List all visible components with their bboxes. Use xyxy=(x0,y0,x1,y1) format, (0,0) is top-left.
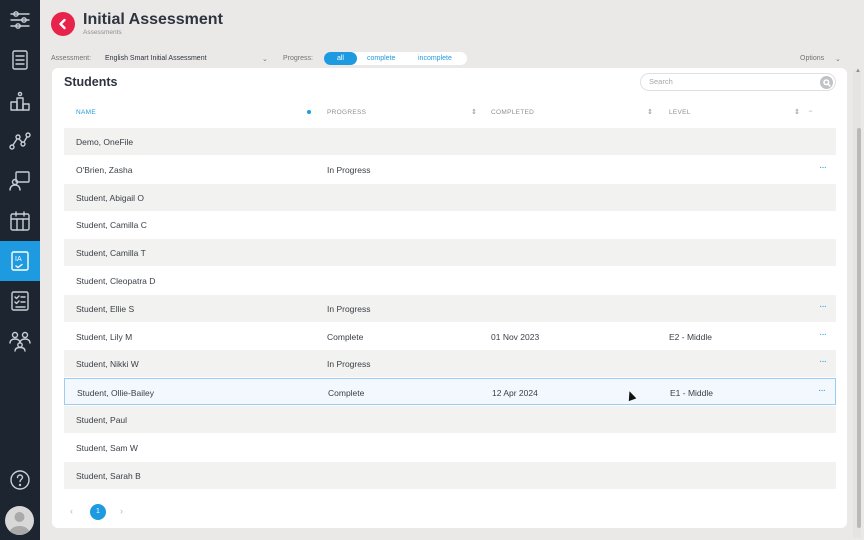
table-row[interactable]: Student, Ollie-Bailey Complete 12 Apr 2024… xyxy=(64,378,836,406)
row-more-icon[interactable]: ··· xyxy=(819,162,827,173)
breadcrumb[interactable]: Assessments xyxy=(83,29,122,36)
presenter-icon[interactable] xyxy=(0,161,40,201)
sort-icon[interactable]: ⇕ xyxy=(794,108,800,116)
avatar[interactable] xyxy=(5,506,34,535)
assessment-label: Assessment: xyxy=(51,55,92,62)
cell-name: Student, Ollie-Bailey xyxy=(77,388,155,399)
assessment-select[interactable]: English Smart Initial Assessment xyxy=(105,55,207,62)
cell-name: Student, Camilla T xyxy=(76,248,146,259)
back-button[interactable] xyxy=(51,12,75,36)
people-icon[interactable] xyxy=(0,321,40,361)
table-row[interactable]: Demo, OneFile xyxy=(64,128,836,155)
cell-progress: In Progress xyxy=(327,359,371,370)
cell-name: Student, Camilla C xyxy=(76,220,147,231)
podium-icon[interactable] xyxy=(0,81,40,121)
column-completed[interactable]: COMPLETED xyxy=(491,109,534,116)
scrollbar-thumb[interactable] xyxy=(857,128,861,528)
table-header: NAME PROGRESS ⇕ COMPLETED ⇕ LEVEL ⇕ ··· xyxy=(64,106,836,120)
calendar-icon[interactable] xyxy=(0,201,40,241)
cell-progress: Complete xyxy=(328,388,365,399)
search-input[interactable]: Search xyxy=(640,73,836,91)
chevron-right-icon[interactable]: › xyxy=(120,506,123,516)
column-options-icon[interactable]: ··· xyxy=(808,108,813,115)
chevron-down-icon[interactable]: ⌄ xyxy=(835,55,841,63)
chevron-left-icon[interactable]: ‹ xyxy=(70,506,73,516)
page-title: Initial Assessment xyxy=(83,11,223,28)
row-more-icon[interactable]: ··· xyxy=(819,329,827,340)
card-title: Students xyxy=(64,75,118,89)
filter-complete[interactable]: complete xyxy=(367,55,395,62)
cell-level: E2 - Middle xyxy=(669,331,712,342)
page-current[interactable]: 1 xyxy=(90,504,106,520)
table-row[interactable]: Student, Camilla T xyxy=(64,239,836,267)
students-card: Students Search NAME PROGRESS ⇕ COMPLETE… xyxy=(52,68,847,528)
cell-progress: In Progress xyxy=(327,303,371,314)
scroll-up-icon[interactable]: ▲ xyxy=(855,68,861,74)
cell-progress: In Progress xyxy=(327,164,371,175)
row-more-icon[interactable]: ··· xyxy=(819,301,827,312)
cell-name: Student, Sarah B xyxy=(76,470,141,481)
cell-completed: 01 Nov 2023 xyxy=(491,331,540,342)
row-more-icon[interactable]: ··· xyxy=(819,356,827,367)
search-icon[interactable] xyxy=(820,76,833,89)
list-icon[interactable] xyxy=(0,40,40,80)
filter-all[interactable]: all xyxy=(324,52,357,65)
progress-label: Progress: xyxy=(283,55,313,62)
table-row[interactable]: O'Brien, Zasha In Progress ··· xyxy=(64,156,836,183)
table-row[interactable]: Student, Paul xyxy=(64,406,836,433)
cell-name: Student, Sam W xyxy=(76,442,138,453)
chevron-left-icon xyxy=(59,18,66,30)
svg-text:IA: IA xyxy=(15,256,22,263)
table-row[interactable]: Student, Abigail O xyxy=(64,183,836,211)
cell-name: Student, Nikki W xyxy=(76,359,139,370)
sort-icon[interactable]: ⇕ xyxy=(471,108,477,116)
table-row[interactable]: Student, Cleopatra D xyxy=(64,267,836,294)
cell-progress: Complete xyxy=(327,331,364,342)
help-icon[interactable] xyxy=(0,460,40,500)
cell-name: Student, Abigail O xyxy=(76,192,145,203)
cell-name: Student, Lily M xyxy=(76,331,133,342)
filter-bar: Assessment: English Smart Initial Assess… xyxy=(51,52,861,66)
sort-active-icon[interactable] xyxy=(307,110,311,114)
table-row[interactable]: Student, Nikki W In Progress ··· xyxy=(64,350,836,378)
search-placeholder: Search xyxy=(649,77,673,86)
progress-filter: all complete incomplete xyxy=(324,52,467,65)
checklist-icon[interactable] xyxy=(0,281,40,321)
row-more-icon[interactable]: ··· xyxy=(818,385,826,396)
chevron-down-icon[interactable]: ⌄ xyxy=(262,55,268,63)
network-icon[interactable] xyxy=(0,121,40,161)
cell-name: Student, Paul xyxy=(76,415,128,425)
sidebar: IA xyxy=(0,0,40,540)
cell-name: O'Brien, Zasha xyxy=(76,164,133,175)
cell-name: Demo, OneFile xyxy=(76,137,134,147)
column-level[interactable]: LEVEL xyxy=(669,109,691,116)
table-row[interactable]: Student, Lily M Complete 01 Nov 2023 E2 - M… xyxy=(64,323,836,350)
cell-name: Student, Ellie S xyxy=(76,303,135,314)
options-menu[interactable]: Options xyxy=(800,55,824,62)
cell-name: Student, Cleopatra D xyxy=(76,276,156,286)
sort-icon[interactable]: ⇕ xyxy=(647,108,653,116)
initial-assessment-icon[interactable]: IA xyxy=(0,241,40,281)
table-row[interactable]: Student, Camilla C xyxy=(64,211,836,238)
workflow-icon[interactable] xyxy=(0,0,40,40)
column-name[interactable]: NAME xyxy=(76,109,96,116)
table-row[interactable]: Student, Sam W xyxy=(64,434,836,461)
table-row[interactable]: Student, Ellie S In Progress ··· xyxy=(64,294,836,322)
filter-incomplete[interactable]: incomplete xyxy=(418,55,452,62)
table-row[interactable]: Student, Sarah B xyxy=(64,461,836,489)
cell-completed: 12 Apr 2024 xyxy=(492,388,538,399)
cell-level: E1 - Middle xyxy=(670,388,713,399)
column-progress[interactable]: PROGRESS xyxy=(327,109,366,116)
